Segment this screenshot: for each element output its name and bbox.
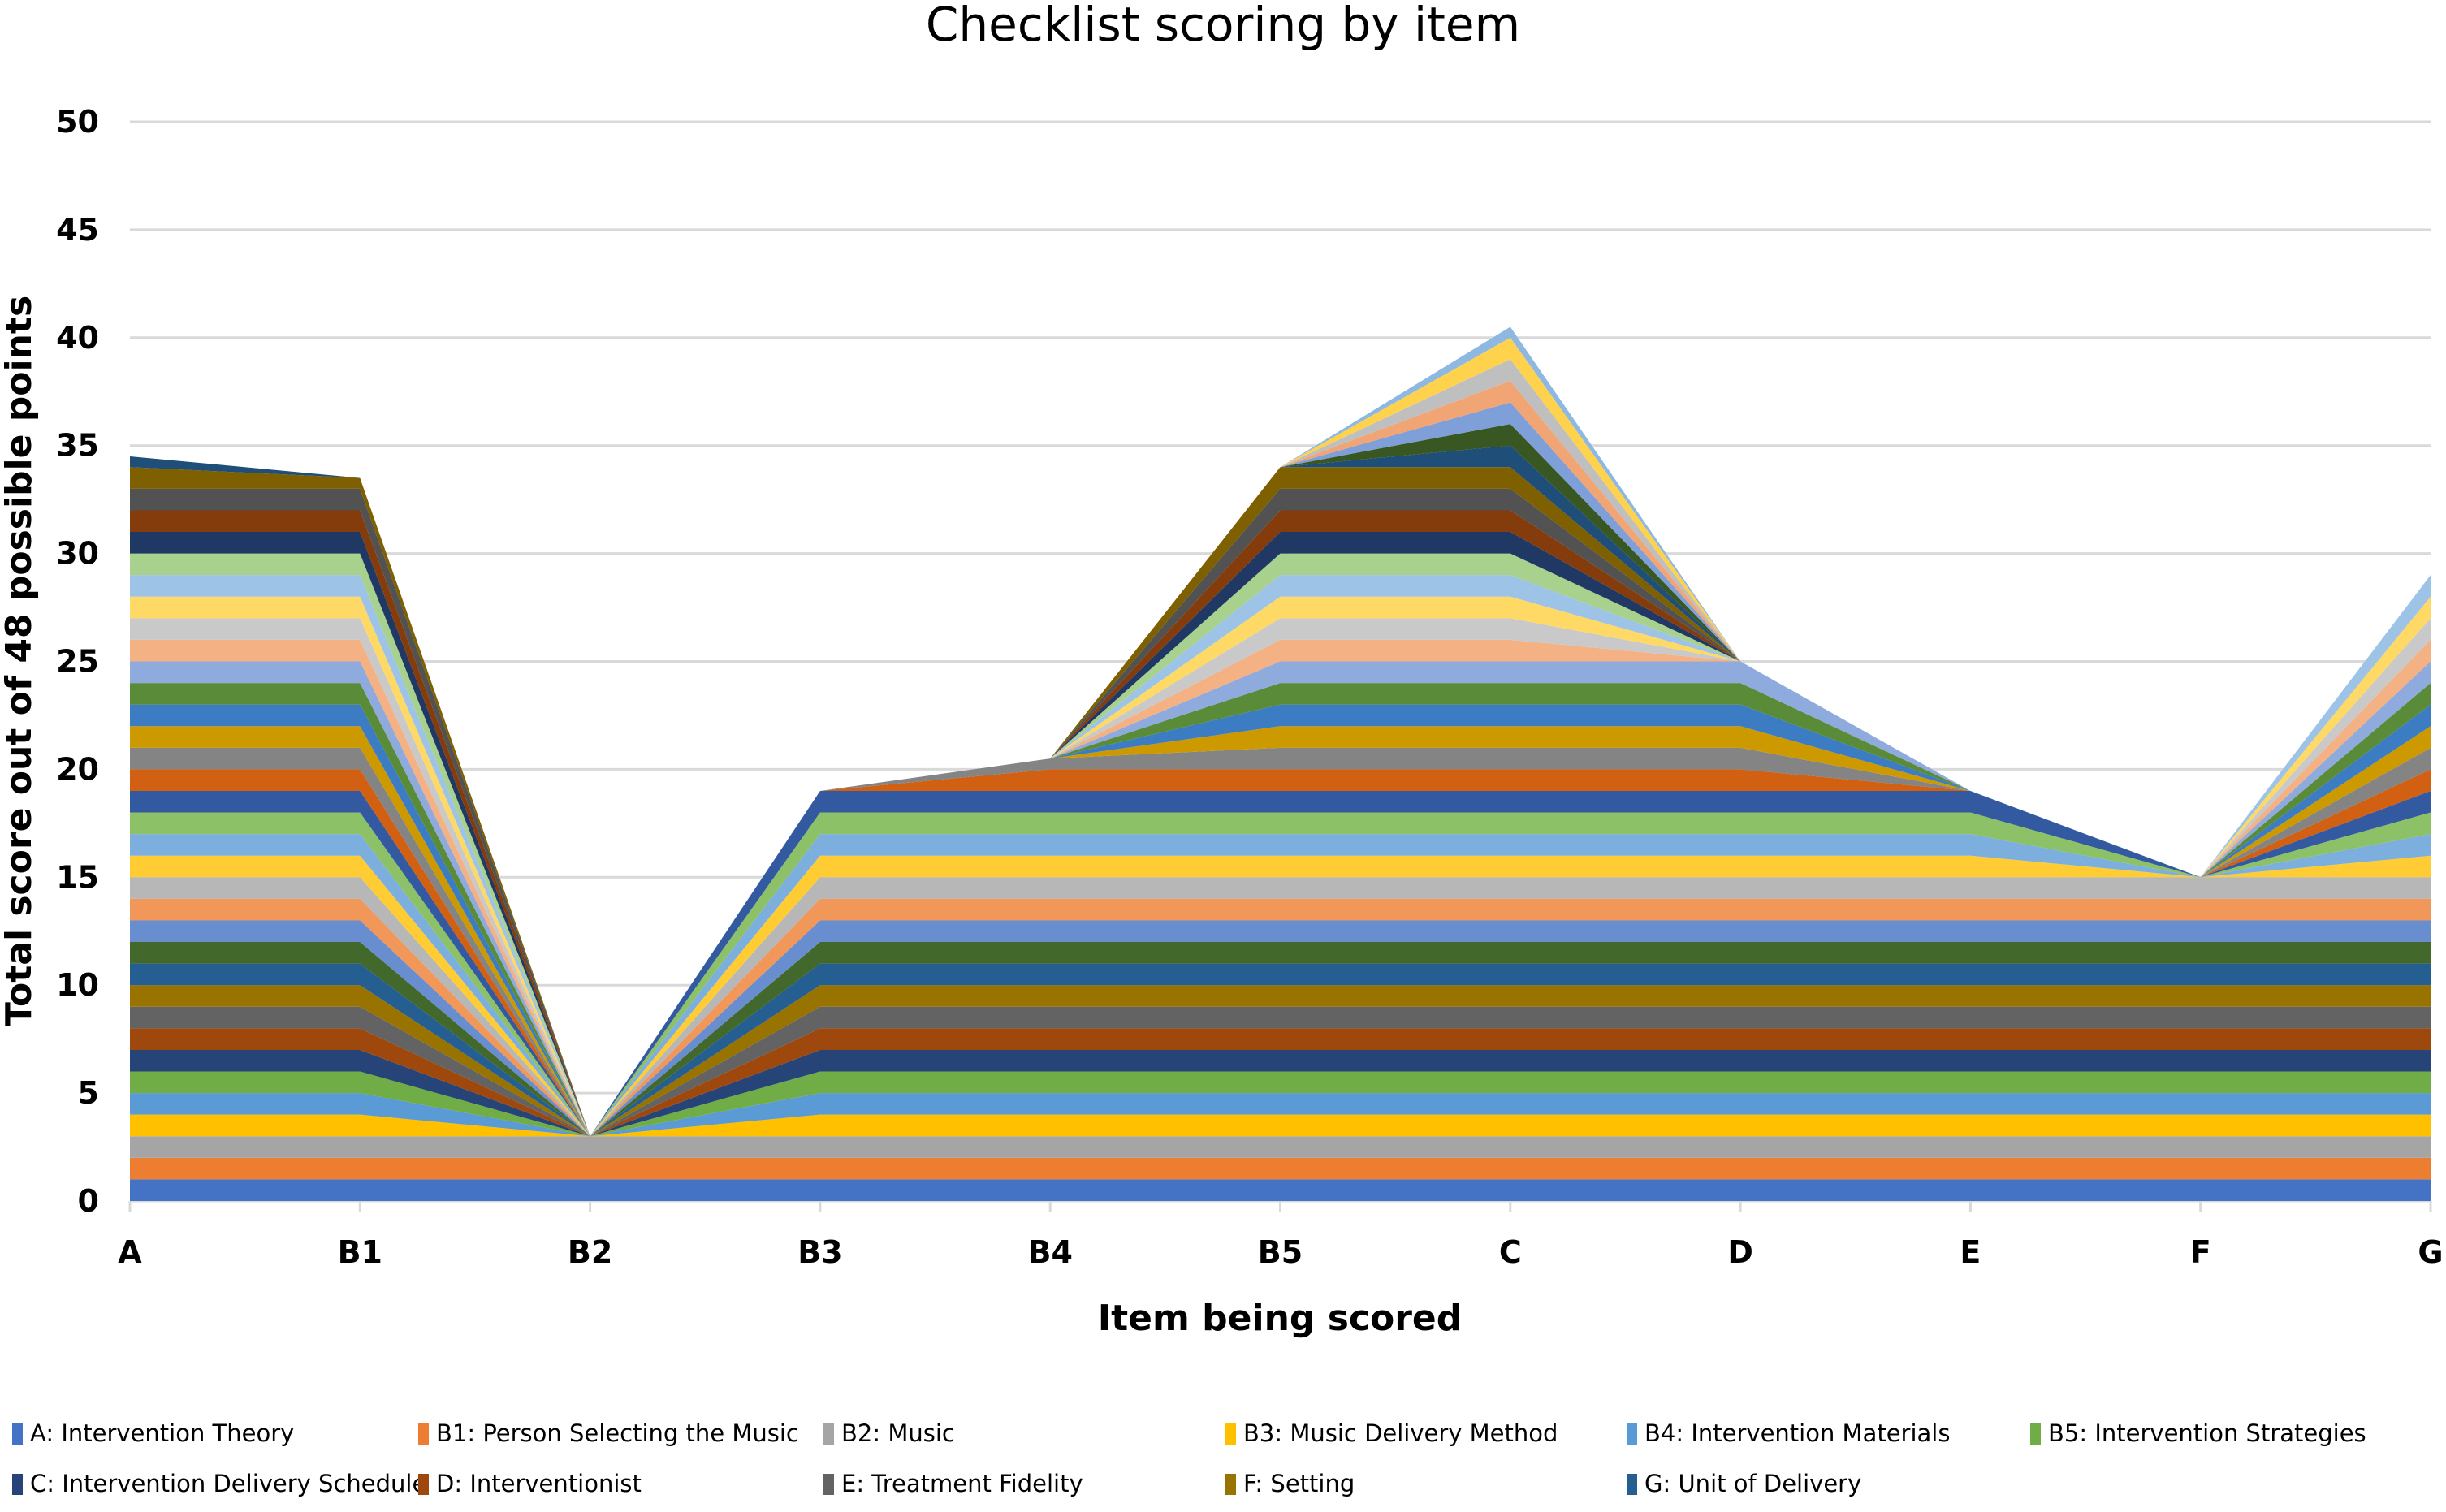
- area-series-2: [130, 1136, 2431, 1158]
- legend-label: B3: Music Delivery Method: [1243, 1419, 1558, 1447]
- legend-swatch: [823, 1423, 834, 1445]
- y-axis-title: Total score out of 48 possible points: [0, 296, 40, 1026]
- x-tick-label: B3: [797, 1234, 842, 1270]
- legend: A: Intervention Theory B1: Person Selecti…: [12, 1419, 2366, 1497]
- y-axis-ticks: 0 5 10 15 20 25 30 35 40 45 50: [56, 104, 99, 1219]
- y-tick-label: 45: [56, 212, 99, 248]
- legend-swatch: [1225, 1474, 1236, 1495]
- legend-label: G: Unit of Delivery: [1644, 1470, 1861, 1497]
- x-tick-label: D: [1727, 1234, 1753, 1270]
- y-tick-label: 30: [56, 536, 99, 572]
- stacked-area-chart: Checklist scoring by item 0 5 10 15 20 25 30 35…: [0, 0, 2444, 1497]
- legend-swatch: [418, 1474, 429, 1495]
- x-tick-label: F: [2190, 1234, 2211, 1270]
- legend-label: B2: Music: [841, 1419, 955, 1447]
- legend-swatch: [1225, 1423, 1236, 1445]
- y-tick-label: 25: [56, 644, 99, 680]
- x-axis-title: Item being scored: [1098, 1298, 1463, 1339]
- x-axis-ticks: A B1 B2 B3 B4 B5 C D E F G: [118, 1201, 2444, 1270]
- legend-swatch: [12, 1474, 23, 1495]
- y-tick-label: 50: [56, 104, 99, 140]
- area-series-0: [130, 1179, 2431, 1201]
- y-tick-label: 35: [56, 428, 99, 464]
- y-tick-label: 40: [56, 320, 99, 356]
- x-tick-label: B5: [1258, 1234, 1303, 1270]
- y-tick-label: 10: [56, 967, 99, 1003]
- chart-title: Checklist scoring by item: [926, 0, 1520, 52]
- legend-label: B1: Person Selecting the Music: [436, 1419, 799, 1447]
- y-tick-label: 0: [78, 1183, 99, 1219]
- legend-swatch: [823, 1474, 834, 1495]
- x-tick-label: B1: [338, 1234, 382, 1270]
- legend-swatch: [418, 1423, 429, 1445]
- x-tick-label: A: [118, 1234, 142, 1270]
- legend-label: F: Setting: [1243, 1470, 1355, 1497]
- legend-label: D: Interventionist: [436, 1470, 642, 1497]
- legend-swatch: [2030, 1423, 2041, 1445]
- area-series: [130, 326, 2431, 1201]
- area-series-1: [130, 1157, 2431, 1180]
- x-tick-label: C: [1499, 1234, 1522, 1270]
- y-tick-label: 5: [78, 1075, 99, 1111]
- legend-label: B5: Intervention Strategies: [2048, 1419, 2366, 1447]
- x-tick-label: B4: [1027, 1234, 1072, 1270]
- legend-swatch: [1627, 1423, 1637, 1445]
- legend-swatch: [12, 1423, 23, 1445]
- legend-label: A: Intervention Theory: [30, 1419, 294, 1447]
- y-tick-label: 20: [56, 751, 99, 787]
- legend-label: C: Intervention Delivery Schedule: [30, 1470, 426, 1497]
- legend-label: E: Treatment Fidelity: [841, 1470, 1083, 1497]
- legend-swatch: [1627, 1474, 1637, 1495]
- y-tick-label: 15: [56, 859, 99, 895]
- x-tick-label: B2: [568, 1234, 612, 1270]
- x-tick-label: G: [2418, 1234, 2443, 1270]
- x-tick-label: E: [1960, 1234, 1981, 1270]
- legend-label: B4: Intervention Materials: [1644, 1419, 1950, 1447]
